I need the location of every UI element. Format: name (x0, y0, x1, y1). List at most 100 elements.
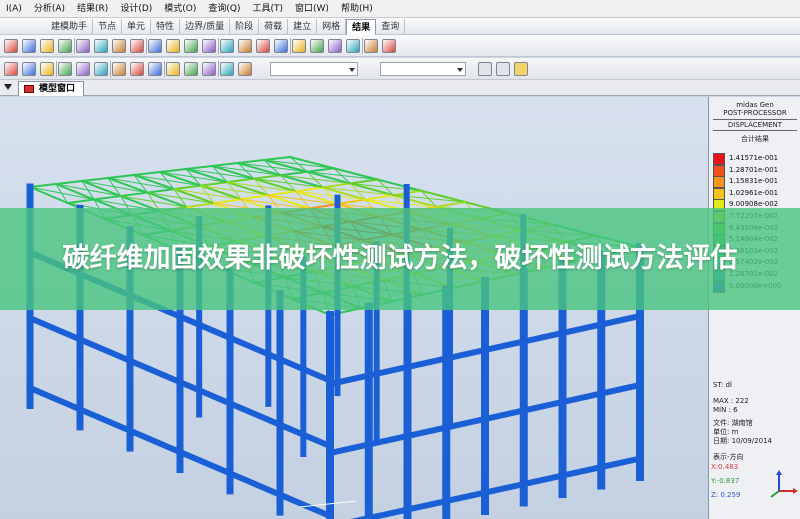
toolbar-tool-icon[interactable] (310, 39, 324, 53)
roof-truss-member (336, 198, 367, 206)
toolbar-tool-icon[interactable] (478, 62, 492, 76)
roof-truss-member (54, 179, 84, 186)
ribbon-tab[interactable]: 特性 (151, 19, 181, 35)
toolbar-tool-icon[interactable] (238, 39, 252, 53)
menu-item[interactable]: 设计(D) (114, 0, 158, 18)
legend-value: 1.41571e-001 (729, 154, 779, 162)
menu-item[interactable]: 分析(A) (28, 0, 71, 18)
menu-item[interactable]: 窗口(W) (289, 0, 335, 18)
menu-item[interactable]: 帮助(H) (335, 0, 379, 18)
toolbar-tool-icon[interactable] (130, 62, 144, 76)
ribbon-tab[interactable]: 查询 (376, 19, 406, 35)
frame-beam (76, 405, 134, 435)
toolbar-tool-icon[interactable] (166, 39, 180, 53)
ribbon-tab[interactable]: 网格 (317, 19, 347, 35)
toolbar-tool-icon[interactable] (94, 62, 108, 76)
toolbar-tool-icon[interactable] (22, 39, 36, 53)
toolbar-tool-icon[interactable] (166, 62, 180, 76)
toolbar-tool-icon[interactable] (148, 39, 162, 53)
toolbar-tool-icon[interactable] (76, 62, 90, 76)
frame-beam (176, 378, 234, 408)
legend-value: 1.15831e-001 (729, 177, 779, 186)
menu-item[interactable]: 查询(Q) (202, 0, 246, 18)
toolbar-tool-icon[interactable] (130, 39, 144, 53)
ribbon-tab[interactable]: 建立 (288, 19, 318, 35)
frame-beam (365, 506, 412, 519)
legend-entry: 1.15831e-001 (713, 176, 799, 189)
roof-truss-member (262, 155, 292, 162)
chevron-down-icon (457, 68, 463, 72)
toolbar-tool-icon[interactable] (256, 39, 270, 53)
tab-model-window-label: 模型窗口 (39, 84, 76, 94)
toolbar-row-1 (0, 35, 800, 57)
frame-beam (126, 356, 184, 387)
legend-entry: 1.41571e-001 (713, 153, 799, 165)
legend-color-swatch (713, 164, 725, 177)
frame-beam (176, 312, 234, 342)
toolbar-tool-icon[interactable] (274, 39, 288, 53)
toolbar-tool-icon[interactable] (220, 62, 234, 76)
toolbar-tool-icon[interactable] (40, 39, 54, 53)
load-case-combo[interactable] (380, 62, 466, 76)
toolbar-tool-icon[interactable] (184, 39, 198, 53)
roof-truss-member (172, 184, 202, 191)
toolbar-tool-icon[interactable] (22, 62, 36, 76)
tab-menu-arrow-icon[interactable] (4, 84, 12, 90)
frame-beam (558, 389, 605, 406)
toolbar-tool-icon[interactable] (112, 39, 126, 53)
menu-item[interactable]: 模式(O) (158, 0, 202, 18)
toolbar-tool-icon[interactable] (112, 62, 126, 76)
toolbar-tool-icon[interactable] (496, 62, 510, 76)
roof-truss-member (240, 194, 270, 201)
toolbar-tool-icon[interactable] (202, 39, 216, 53)
toolbar-separator (110, 61, 111, 77)
lock-icon[interactable] (514, 62, 528, 76)
toolbar-tool-icon[interactable] (76, 39, 90, 53)
legend-color-swatch (713, 176, 725, 189)
view-direction-component: Z: 0.259 (711, 491, 741, 499)
roof-truss-member (294, 190, 339, 206)
ribbon-tab[interactable]: 阶段 (230, 19, 260, 35)
toolbar-tool-icon[interactable] (4, 39, 18, 53)
toolbar-tool-icon[interactable] (4, 62, 18, 76)
toolbar-tool-icon[interactable] (364, 39, 378, 53)
toolbar-tool-icon[interactable] (346, 39, 360, 53)
toolbar-tool-icon[interactable] (328, 39, 342, 53)
toolbar-tool-icon[interactable] (148, 62, 162, 76)
view-select-combo[interactable] (270, 62, 358, 76)
ribbon-tab[interactable]: 荷载 (259, 19, 289, 35)
menu-item[interactable]: I(A) (0, 0, 28, 18)
ribbon-tab[interactable]: 单元 (122, 19, 152, 35)
roof-truss-member (146, 187, 176, 194)
tab-model-window[interactable]: 模型窗口 (18, 81, 85, 96)
frame-beam (520, 398, 567, 415)
roof-truss-member (132, 170, 162, 177)
frame-beam (597, 455, 644, 471)
menu-item[interactable]: 工具(T) (246, 0, 289, 18)
toolbar-tool-icon[interactable] (238, 62, 252, 76)
roof-truss-member (119, 191, 149, 198)
toolbar-tool-icon[interactable] (184, 62, 198, 76)
toolbar-tool-icon[interactable] (202, 62, 216, 76)
toolbar-tool-icon[interactable] (40, 62, 54, 76)
frame-beam (597, 381, 644, 398)
legend-info-line: 表示-方向 (713, 453, 744, 461)
ribbon-tab[interactable]: 边界/质量 (180, 19, 231, 35)
toolbar-tool-icon[interactable] (58, 39, 72, 53)
toolbar-tool-icon[interactable] (94, 39, 108, 53)
ribbon-tab[interactable]: 节点 (93, 19, 123, 35)
roof-truss-member (210, 161, 240, 168)
legend-info-line: MIN : 6 (713, 406, 738, 414)
toolbar-tool-icon[interactable] (382, 39, 396, 53)
legend-info-line: 文件: 湖南馆 (713, 419, 753, 427)
menu-item[interactable]: 结果(R) (71, 0, 114, 18)
toolbar-tool-icon[interactable] (220, 39, 234, 53)
roof-truss-member (212, 198, 243, 205)
frame-beam (26, 384, 84, 414)
toolbar-tool-icon[interactable] (292, 39, 306, 53)
legend-processor-name: POST-PROCESSOR (723, 109, 787, 117)
frame-beam (226, 469, 284, 499)
toolbar-tool-icon[interactable] (58, 62, 72, 76)
ribbon-tab[interactable]: 结果 (346, 19, 377, 35)
ribbon-tab[interactable]: 建模助手 (46, 19, 94, 35)
